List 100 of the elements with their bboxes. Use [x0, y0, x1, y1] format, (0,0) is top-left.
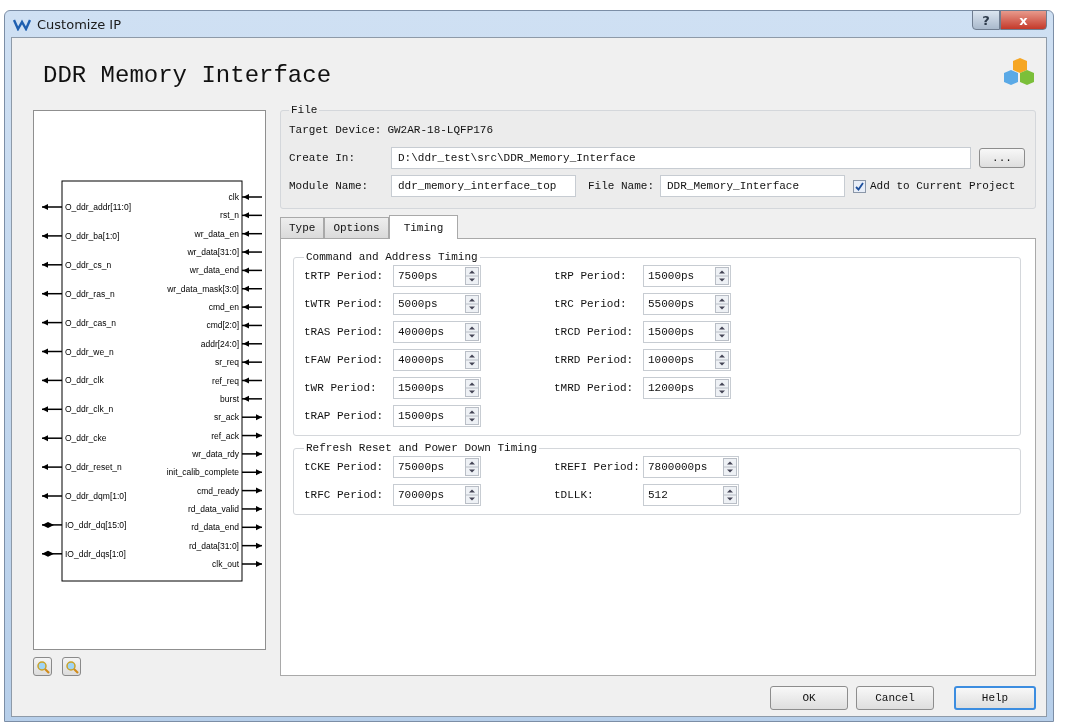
spin-box[interactable]: 55000ps — [643, 293, 731, 315]
spin-value: 40000ps — [398, 326, 445, 338]
zoom-out-button[interactable] — [62, 657, 81, 676]
pin-label: rd_data_valid — [187, 503, 239, 514]
pin-label: cmd_ready — [196, 485, 239, 496]
spin-value: 12000ps — [648, 382, 695, 394]
spin-value: 40000ps — [398, 354, 445, 366]
pin-arrow — [241, 322, 263, 329]
close-button[interactable]: x — [1000, 10, 1047, 30]
spin-value: 75000ps — [398, 461, 445, 473]
spin-value: 7800000ps — [648, 461, 708, 473]
spin-value: 15000ps — [398, 410, 445, 422]
pin-label: O_ddr_we_n — [65, 346, 114, 357]
spin-value: 55000ps — [648, 298, 695, 310]
spin-box[interactable]: 7800000ps — [643, 456, 739, 478]
checkbox[interactable] — [853, 179, 866, 193]
spin-box[interactable]: 12000ps — [643, 377, 731, 399]
spin-arrows-icon[interactable] — [465, 407, 479, 425]
target-device-value: GW2AR-18-LQFP176 — [387, 124, 494, 136]
spin-box[interactable]: 15000ps — [643, 265, 731, 287]
field-label: File Name: — [588, 180, 654, 192]
pin-arrow — [241, 487, 263, 494]
spin-box[interactable]: 512 — [643, 484, 739, 506]
spin-box[interactable]: 7500ps — [393, 265, 481, 287]
spin-arrows-icon[interactable] — [465, 267, 479, 285]
pin-label: O_ddr_cas_n — [65, 317, 117, 328]
create-in-field[interactable]: D:\ddr_test\src\DDR_Memory_Interface — [391, 147, 971, 169]
pin-label: cmd_en — [208, 302, 239, 313]
spin-arrows-icon[interactable] — [715, 323, 729, 341]
pin-label: O_ddr_cs_n — [65, 259, 112, 270]
field-label: tRCD Period: — [554, 326, 635, 338]
help-button[interactable]: ? — [972, 10, 1000, 30]
spin-arrows-icon[interactable] — [723, 458, 737, 476]
pin-arrow — [41, 377, 63, 384]
pin-arrow — [41, 406, 63, 413]
pin-label: sr_ack — [213, 412, 239, 423]
dialog-button[interactable]: OK — [770, 686, 848, 710]
pin-arrow — [241, 230, 263, 237]
spin-arrows-icon[interactable] — [715, 267, 729, 285]
spin-value: 7500ps — [398, 270, 438, 282]
spin-box[interactable]: 70000ps — [393, 484, 481, 506]
spin-box[interactable]: 15000ps — [643, 321, 731, 343]
spin-box[interactable]: 75000ps — [393, 456, 481, 478]
tab[interactable]: Options — [324, 217, 389, 238]
field-label: tMRD Period: — [554, 382, 635, 394]
pin-arrow — [241, 359, 263, 366]
spin-box[interactable]: 40000ps — [393, 321, 481, 343]
browse-button[interactable]: ... — [979, 148, 1025, 168]
pin-arrow — [241, 450, 263, 457]
spin-arrows-icon[interactable] — [715, 379, 729, 397]
pin-label: addr[24:0] — [200, 338, 239, 349]
pin-arrow — [41, 550, 63, 557]
pin-label: O_ddr_ras_n — [65, 288, 115, 299]
tab[interactable]: Type — [280, 217, 325, 238]
tab[interactable]: Timing — [388, 215, 459, 239]
spin-arrows-icon[interactable] — [465, 486, 479, 504]
spin-arrows-icon[interactable] — [465, 295, 479, 313]
spin-box[interactable]: 15000ps — [393, 405, 481, 427]
pin-arrow — [41, 232, 63, 239]
pin-label: clk_out — [212, 559, 239, 569]
pin-label: wr_data_en — [194, 228, 239, 239]
field-label: Create In: — [289, 152, 356, 164]
spin-arrows-icon[interactable] — [465, 351, 479, 369]
file-name-field[interactable]: DDR_Memory_Interface — [660, 175, 845, 197]
spin-arrows-icon[interactable] — [465, 458, 479, 476]
field-label: tRTP Period: — [304, 270, 385, 282]
pin-label: wr_data[31:0] — [187, 247, 239, 258]
spin-arrows-icon[interactable] — [465, 323, 479, 341]
spin-arrows-icon[interactable] — [465, 379, 479, 397]
pin-arrow — [41, 319, 63, 326]
spin-box[interactable]: 10000ps — [643, 349, 731, 371]
pin-arrow — [241, 505, 263, 512]
spin-arrows-icon[interactable] — [715, 295, 729, 313]
spin-box[interactable]: 5000ps — [393, 293, 481, 315]
pin-arrow — [241, 377, 263, 384]
field-label: tRC Period: — [554, 298, 628, 310]
pin-arrow — [241, 414, 263, 421]
pin-label: O_ddr_reset_n — [65, 462, 122, 473]
pin-arrow — [241, 249, 263, 256]
checkbox-label: Add to Current Project — [870, 180, 1016, 192]
pin-arrow — [41, 521, 63, 528]
pin-arrow — [41, 493, 63, 499]
pin-label: cmd[2:0] — [206, 320, 239, 331]
field-label: tDLLK: — [554, 489, 595, 501]
field-label: tRRD Period: — [554, 354, 635, 366]
pin-label: O_ddr_ba[1:0] — [65, 230, 120, 241]
group-title: Refresh Reset and Power Down Timing — [305, 442, 539, 454]
pin-arrow — [241, 267, 263, 274]
dialog-button[interactable]: Help — [954, 686, 1036, 710]
spin-box[interactable]: 15000ps — [393, 377, 481, 399]
pin-arrow — [241, 212, 263, 219]
zoom-in-button[interactable] — [33, 657, 52, 676]
pin-label: O_ddr_dqm[1:0] — [65, 491, 127, 501]
dialog-button[interactable]: Cancel — [856, 686, 934, 710]
spin-arrows-icon[interactable] — [715, 351, 729, 369]
pin-arrow — [241, 469, 263, 476]
spin-arrows-icon[interactable] — [723, 486, 737, 504]
pin-arrow — [241, 524, 263, 531]
spin-box[interactable]: 40000ps — [393, 349, 481, 371]
module-name-field[interactable]: ddr_memory_interface_top — [391, 175, 576, 197]
